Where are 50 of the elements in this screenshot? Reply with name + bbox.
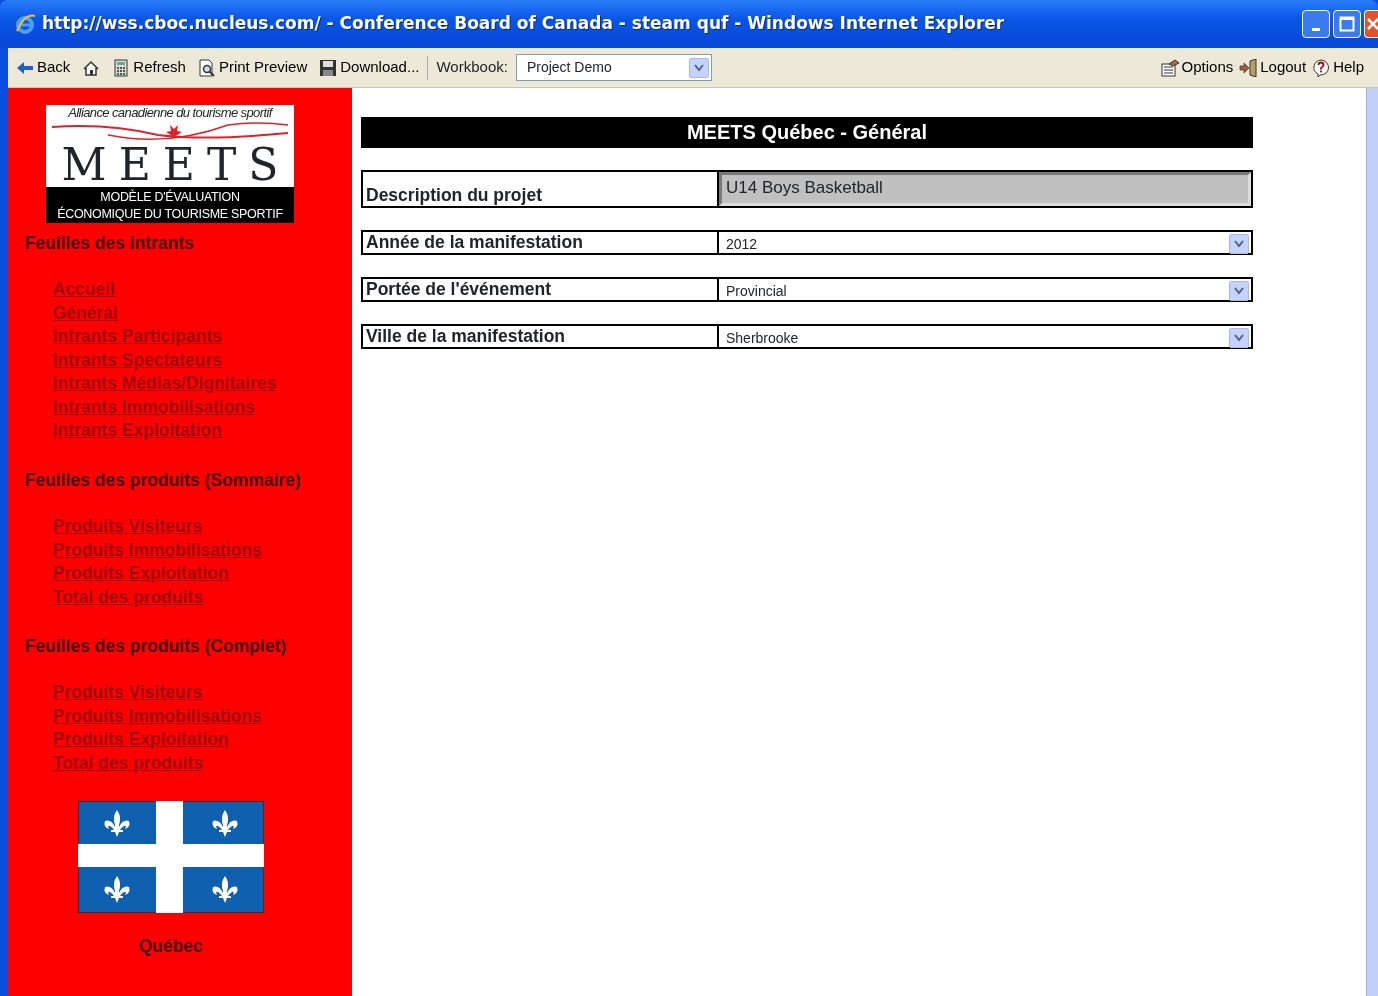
scrollbar[interactable]	[1366, 88, 1378, 996]
section-heading: Feuilles des produits (Complet)	[25, 635, 288, 658]
chevron-down-icon	[693, 63, 704, 72]
window-title: http://wss.cboc.nucleus.com/ - Conference Board of Canada - steam quf - Windows Internet Explorer	[42, 12, 1006, 36]
sidebar-link[interactable]: Intrants Immobilisations	[53, 395, 256, 420]
refresh-button[interactable]: Refresh	[112, 56, 186, 79]
options-window-icon	[1160, 58, 1179, 77]
sidebar-link[interactable]: Intrants Exploitation	[53, 419, 223, 443]
sidebar-link[interactable]: Général	[53, 301, 119, 326]
flag-caption: Québec	[138, 935, 204, 959]
sidebar-link[interactable]: Total des produits	[53, 751, 204, 776]
home-button[interactable]	[82, 58, 101, 77]
calculator-icon	[112, 58, 131, 77]
sidebar-link[interactable]: Produits Immobilisations	[53, 538, 263, 562]
maximize-button[interactable]	[1333, 10, 1361, 38]
sidebar-link[interactable]: Intrants Médias/Dignitaires	[53, 372, 277, 396]
download-button[interactable]: Download...	[319, 56, 420, 79]
close-button[interactable]	[1364, 10, 1378, 38]
minimize-icon	[1312, 27, 1320, 31]
logo-title: MEETS	[61, 143, 291, 187]
preview-button[interactable]: Print Preview	[197, 56, 308, 79]
sidebar-link[interactable]: Produits Visiteurs	[53, 681, 203, 705]
logo-tagline: Alliance canadienne du tourisme sportif	[68, 105, 272, 121]
section-heading: Feuilles des intrants	[25, 232, 196, 255]
logout-button[interactable]: Logout	[1239, 56, 1307, 79]
options-button[interactable]: Options	[1160, 56, 1234, 79]
help-button[interactable]: Help	[1312, 56, 1364, 79]
workbook-select[interactable]: Project Demo	[515, 54, 712, 81]
help-icon	[1312, 58, 1331, 77]
logo-subtitle: MODÈLE D'ÉVALUATION	[46, 187, 294, 206]
sidebar-link[interactable]: Intrants Participants	[53, 325, 223, 349]
browser-logo-icon	[14, 13, 36, 36]
sidebar-link[interactable]: Intrants Spectateurs	[53, 348, 223, 373]
text-field[interactable]: U14 Boys Basketball	[719, 172, 1251, 206]
workbook-label: Workbook:	[436, 57, 508, 78]
sidebar-link[interactable]: Produits Exploitation	[53, 728, 229, 752]
section-heading: Feuilles des produits (Sommaire)	[25, 468, 303, 492]
sidebar-link[interactable]: Total des produits	[53, 585, 204, 609]
logo-subtitle: ÉCONOMIQUE DU TOURISME SPORTIF	[46, 206, 294, 223]
close-icon	[1365, 16, 1378, 32]
form-title: MEETS Québec - Général	[361, 117, 1253, 148]
back-button[interactable]: Back	[16, 56, 71, 79]
sidebar-link[interactable]: Produits Visiteurs	[53, 515, 203, 539]
maximize-icon	[1339, 16, 1355, 32]
magnifier-page-icon	[197, 58, 216, 77]
sidebar-link[interactable]: Produits Exploitation	[53, 562, 229, 586]
minimize-button[interactable]	[1302, 10, 1330, 38]
sidebar-link[interactable]: Accueil	[53, 278, 116, 302]
sidebar-link[interactable]: Produits Immobilisations	[53, 704, 263, 729]
door-arrow-icon	[1239, 58, 1258, 77]
